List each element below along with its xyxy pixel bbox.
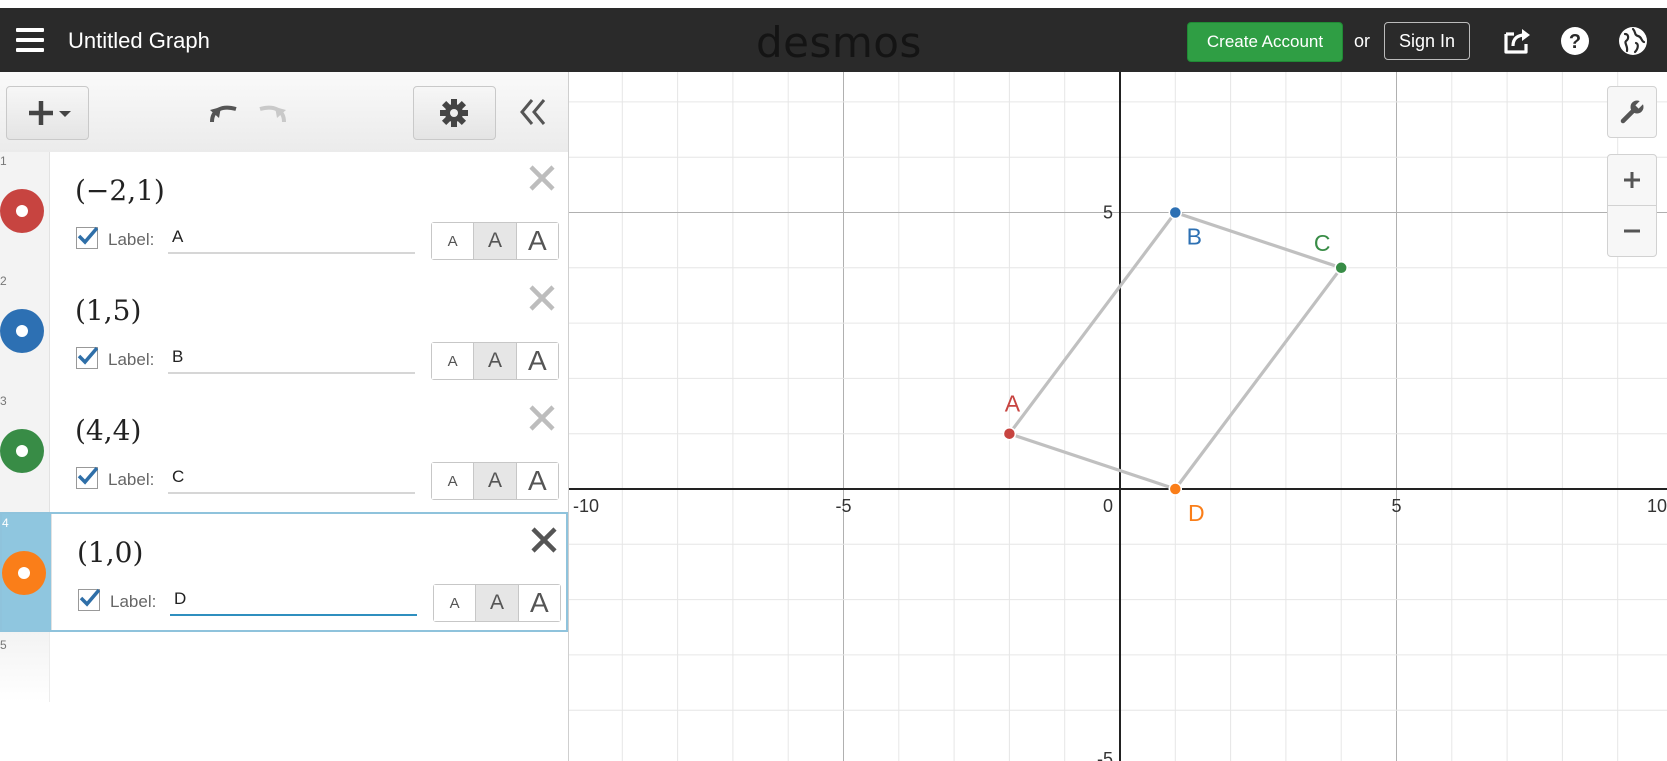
label-size-small[interactable]: A (432, 343, 475, 379)
expression-row[interactable]: 3(4,4)Label:AAA (0, 392, 568, 513)
svg-text:?: ? (1569, 31, 1581, 53)
x-tick-label: -10 (573, 496, 599, 516)
browser-top-strip (0, 0, 1667, 8)
point-label: B (1187, 224, 1202, 250)
label-checkbox[interactable] (78, 588, 100, 611)
label-checkbox[interactable] (76, 226, 98, 249)
delete-expression-icon[interactable] (526, 402, 558, 434)
graph-canvas[interactable]: -10 -5 0 5 10 5 -5 A B C D (569, 72, 1667, 761)
label-caption: Label: (108, 230, 155, 249)
graph-point[interactable] (1334, 261, 1348, 275)
expression-math[interactable]: (1,0) (77, 536, 143, 569)
point-color-icon[interactable] (0, 309, 44, 353)
label-size-medium[interactable]: A (474, 463, 517, 499)
delete-expression-icon[interactable] (526, 282, 558, 314)
point-label: C (1314, 230, 1331, 256)
zoom-in-icon[interactable] (1608, 155, 1656, 205)
point-label: D (1188, 500, 1205, 526)
collapse-panel-icon[interactable] (515, 94, 551, 130)
label-size-selector: AAA (431, 342, 559, 380)
expression-gutter: 1 (0, 152, 50, 272)
expression-math[interactable]: (1,5) (75, 294, 141, 327)
label-caption: Label: (108, 350, 155, 369)
label-size-selector: AAA (431, 462, 559, 500)
label-size-medium[interactable]: A (476, 585, 519, 621)
point-color-icon[interactable] (0, 189, 44, 233)
or-text: or (1354, 31, 1371, 51)
redo-icon[interactable] (252, 92, 292, 132)
x-tick-label: 10 (1647, 496, 1667, 516)
top-bar: Untitled Graph desmos Create Account or … (0, 8, 1667, 72)
desmos-logo: desmos (756, 18, 922, 67)
label-text-input[interactable] (168, 222, 415, 254)
y-tick-label: 5 (1103, 203, 1113, 223)
x-tick-label: -5 (835, 496, 851, 516)
expression-index: 2 (0, 274, 7, 288)
label-size-small[interactable]: A (434, 585, 477, 621)
expression-gutter: 4 (2, 514, 52, 630)
settings-button[interactable] (413, 86, 496, 140)
point-label: A (1005, 391, 1021, 417)
sign-in-button[interactable]: Sign In (1384, 22, 1470, 60)
expression-index: 1 (0, 154, 7, 168)
expression-gutter: 3 (0, 392, 50, 512)
add-item-icon (29, 101, 71, 125)
point-color-icon[interactable] (0, 429, 44, 473)
settings-gear-icon (440, 99, 468, 127)
delete-expression-icon[interactable] (528, 524, 560, 556)
label-size-medium[interactable]: A (474, 223, 517, 259)
label-size-large[interactable]: A (518, 585, 560, 621)
label-size-small[interactable]: A (432, 223, 475, 259)
add-item-button[interactable] (6, 86, 89, 140)
label-checkbox[interactable] (76, 466, 98, 489)
share-icon[interactable] (1500, 24, 1534, 58)
zoom-out-icon[interactable] (1608, 205, 1656, 256)
expression-index: 5 (0, 638, 7, 652)
label-text-input[interactable] (170, 584, 417, 616)
expression-index: 4 (2, 516, 9, 530)
label-size-large[interactable]: A (516, 343, 558, 379)
graph-point[interactable] (1168, 205, 1183, 220)
graph-point[interactable] (1002, 426, 1017, 441)
label-text-input[interactable] (168, 462, 415, 494)
graph-point[interactable] (1168, 482, 1183, 496)
help-icon[interactable]: ? (1558, 24, 1592, 58)
x-tick-label: 5 (1391, 496, 1401, 516)
language-globe-icon[interactable] (1616, 24, 1650, 58)
label-size-selector: AAA (431, 222, 559, 260)
label-size-large[interactable]: A (516, 463, 558, 499)
expression-row[interactable]: 2(1,5)Label:AAA (0, 272, 568, 393)
label-caption: Label: (110, 592, 157, 611)
label-size-selector: AAA (433, 584, 561, 622)
graph-title[interactable]: Untitled Graph (68, 28, 210, 54)
x-tick-label: 0 (1103, 496, 1113, 516)
expression-row[interactable]: 4(1,0)Label:AAA (0, 512, 568, 632)
label-checkbox[interactable] (76, 346, 98, 369)
label-caption: Label: (108, 470, 155, 489)
expression-toolbar (0, 72, 568, 153)
y-tick-label: -5 (1097, 749, 1113, 761)
expression-row[interactable]: 1 (−2,1) Label: A A A (0, 152, 568, 273)
expression-math[interactable]: (−2,1) (75, 174, 165, 207)
graph-settings-button[interactable] (1607, 86, 1657, 138)
menu-icon[interactable] (16, 26, 44, 54)
label-size-medium[interactable]: A (474, 343, 517, 379)
delete-expression-icon[interactable] (526, 162, 558, 194)
expression-math[interactable]: (4,4) (75, 414, 141, 447)
label-size-large[interactable]: A (516, 223, 558, 259)
point-color-icon[interactable] (2, 551, 46, 595)
expression-panel: 1(−2,1)Label:AAA2(1,5)Label:AAA3(4,4)Lab… (0, 72, 569, 761)
expression-gutter: 2 (0, 272, 50, 392)
undo-icon[interactable] (204, 92, 244, 132)
empty-expression-row[interactable]: 5 (0, 632, 50, 702)
label-size-small[interactable]: A (432, 463, 475, 499)
create-account-button[interactable]: Create Account (1187, 22, 1343, 62)
graph-svg[interactable]: -10 -5 0 5 10 5 -5 A B C D (569, 72, 1667, 761)
wrench-icon[interactable] (1608, 87, 1656, 137)
zoom-controls (1607, 154, 1657, 257)
expression-index: 3 (0, 394, 7, 408)
label-text-input[interactable] (168, 342, 415, 374)
